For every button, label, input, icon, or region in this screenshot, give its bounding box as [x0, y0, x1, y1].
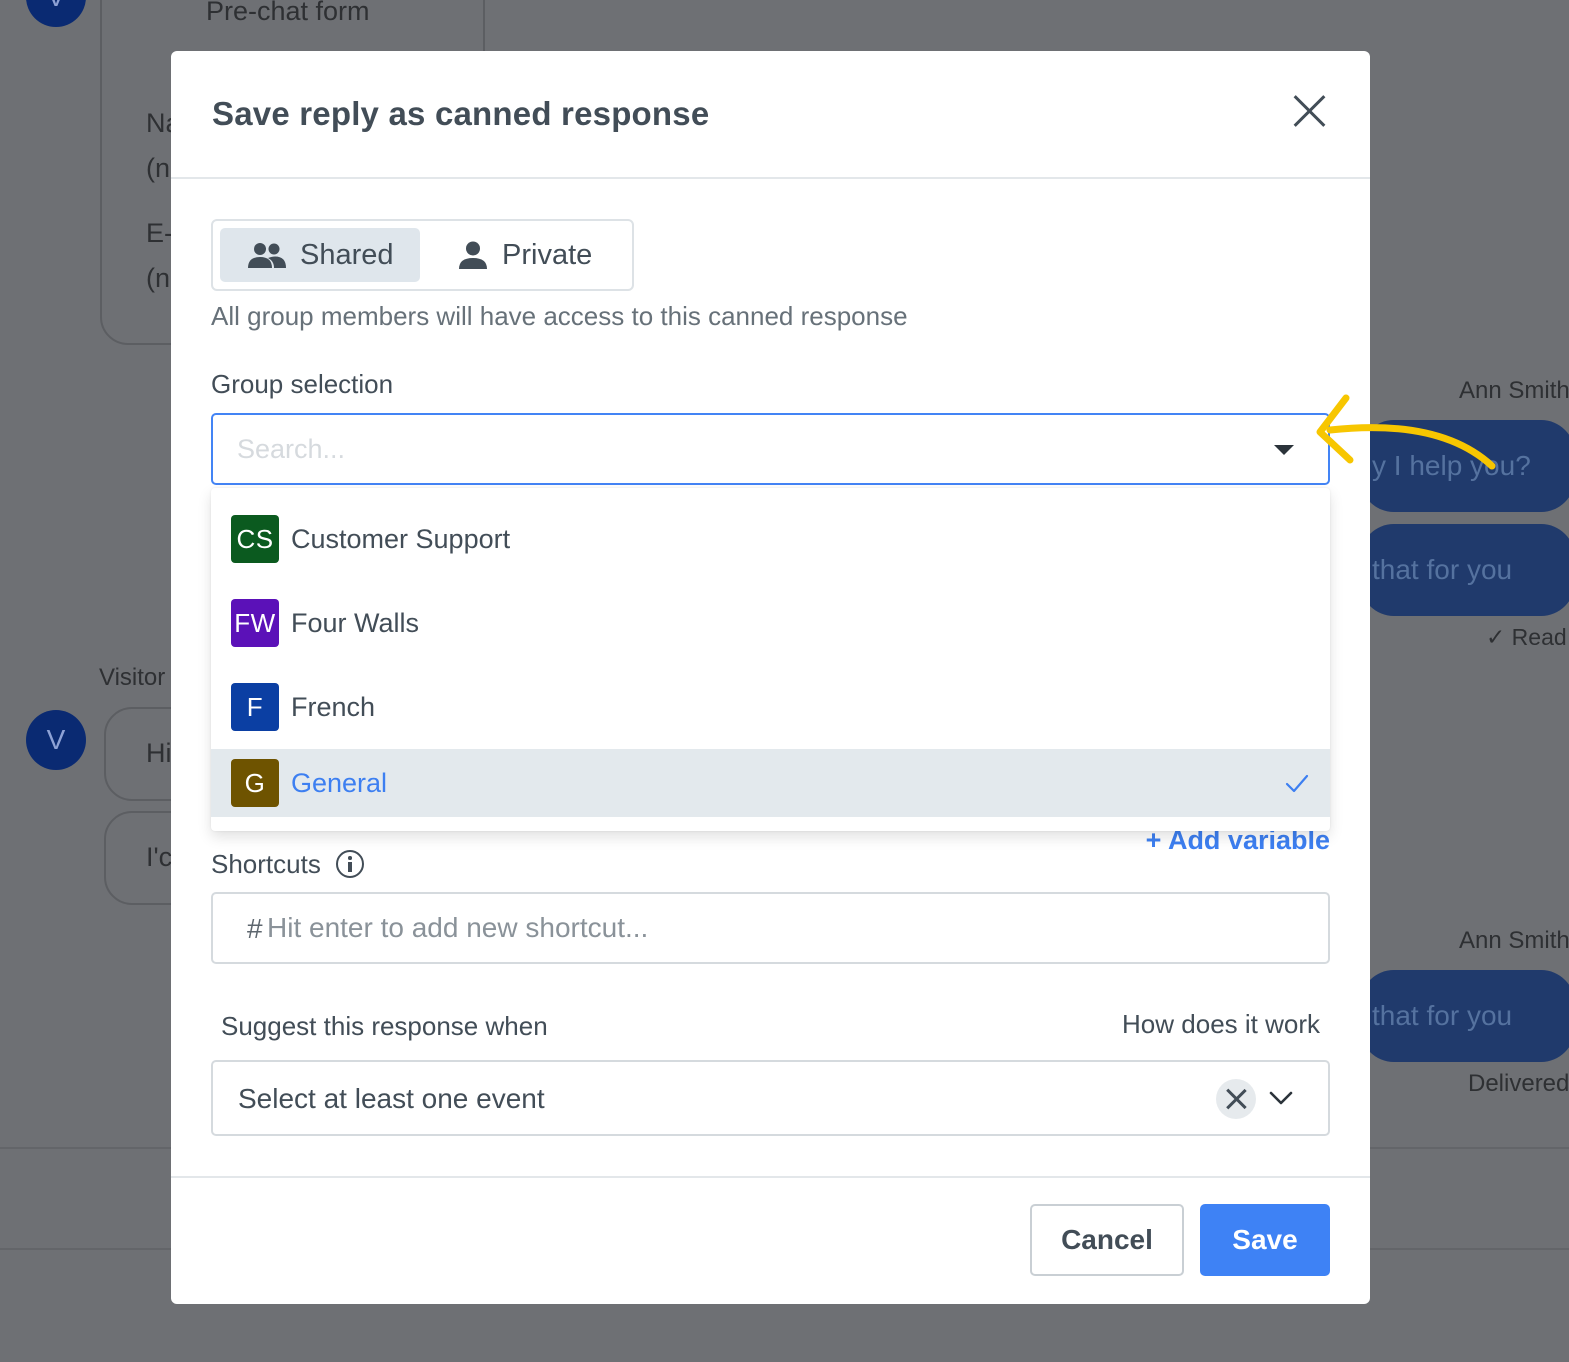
group-badge: G	[231, 759, 279, 807]
save-button[interactable]: Save	[1200, 1204, 1330, 1276]
group-option-french[interactable]: F French	[211, 665, 1330, 749]
agent-msg-3: that for you	[1372, 1000, 1513, 1031]
shortcut-input[interactable]	[267, 894, 1267, 962]
group-option-label: Four Walls	[291, 607, 420, 638]
shared-label: Shared	[300, 238, 394, 271]
info-icon[interactable]	[336, 850, 364, 878]
form-email-label: E-	[146, 218, 173, 248]
group-option-general[interactable]: G General	[211, 749, 1330, 817]
form-name-value: (n	[146, 153, 171, 183]
delivered-status: Delivered	[1468, 1070, 1569, 1097]
visitor-msg-2: I'c	[146, 842, 173, 872]
clear-icon[interactable]	[1216, 1079, 1256, 1119]
caret-down-icon[interactable]	[1274, 445, 1294, 455]
group-dropdown-list: CS Customer Support FW Four Walls F Fren…	[211, 488, 1330, 831]
visitor-label: Visitor	[99, 664, 166, 691]
group-search-field[interactable]	[211, 413, 1330, 485]
visitor-avatar: V	[26, 710, 86, 770]
annotation-arrow-icon	[1316, 394, 1496, 470]
person-icon	[459, 241, 487, 269]
group-option-label: Customer Support	[291, 523, 511, 554]
event-select-value: Select at least one event	[238, 1083, 545, 1114]
close-icon[interactable]	[1291, 93, 1327, 129]
suggest-label: Suggest this response when	[221, 1011, 548, 1041]
checkmark-icon	[1285, 774, 1309, 793]
cancel-button[interactable]: Cancel	[1030, 1204, 1184, 1276]
read-status: ✓ Read	[1486, 624, 1567, 650]
shortcuts-label: Shortcuts	[211, 849, 321, 879]
prechat-form-title: Pre-chat form	[206, 0, 370, 26]
group-option-label: General	[291, 767, 388, 798]
chevron-down-icon[interactable]	[1269, 1088, 1293, 1108]
group-search-input[interactable]	[237, 415, 1237, 483]
how-does-it-work-link[interactable]: How does it work	[971, 1009, 1320, 1040]
group-badge: F	[231, 683, 279, 731]
hash-prefix: #	[247, 913, 263, 944]
agent-bubble-2: that for you	[1360, 524, 1569, 616]
shortcut-field[interactable]: #	[211, 892, 1330, 964]
visibility-toggle: Shared Private	[211, 219, 634, 291]
group-icon	[248, 243, 286, 268]
agent-msg-2: that for you	[1372, 554, 1513, 585]
group-option-four-walls[interactable]: FW Four Walls	[211, 581, 1330, 665]
private-option[interactable]: Private	[450, 228, 628, 282]
visitor-msg-1: Hi	[146, 738, 172, 768]
group-option-customer-support[interactable]: CS Customer Support	[211, 497, 1330, 581]
canned-response-modal: Save reply as canned response Shared Pri…	[171, 51, 1370, 1304]
group-badge: CS	[231, 515, 279, 563]
group-selection-label: Group selection	[211, 369, 394, 399]
visibility-helper-text: All group members will have access to th…	[211, 301, 908, 331]
group-badge: FW	[231, 599, 279, 647]
private-label: Private	[502, 238, 593, 271]
form-email-value: (n	[146, 263, 171, 293]
modal-title: Save reply as canned response	[212, 95, 710, 132]
agent-bubble-3: that for you	[1360, 970, 1569, 1062]
modal-header: Save reply as canned response	[171, 51, 1370, 179]
agent-name-2: Ann Smith	[1459, 927, 1569, 954]
group-option-label: French	[291, 691, 376, 722]
modal-footer-divider	[171, 1176, 1370, 1178]
visitor-avatar-top: V	[26, 0, 86, 27]
event-select[interactable]: Select at least one event	[211, 1060, 1330, 1136]
shared-option[interactable]: Shared	[220, 228, 420, 282]
